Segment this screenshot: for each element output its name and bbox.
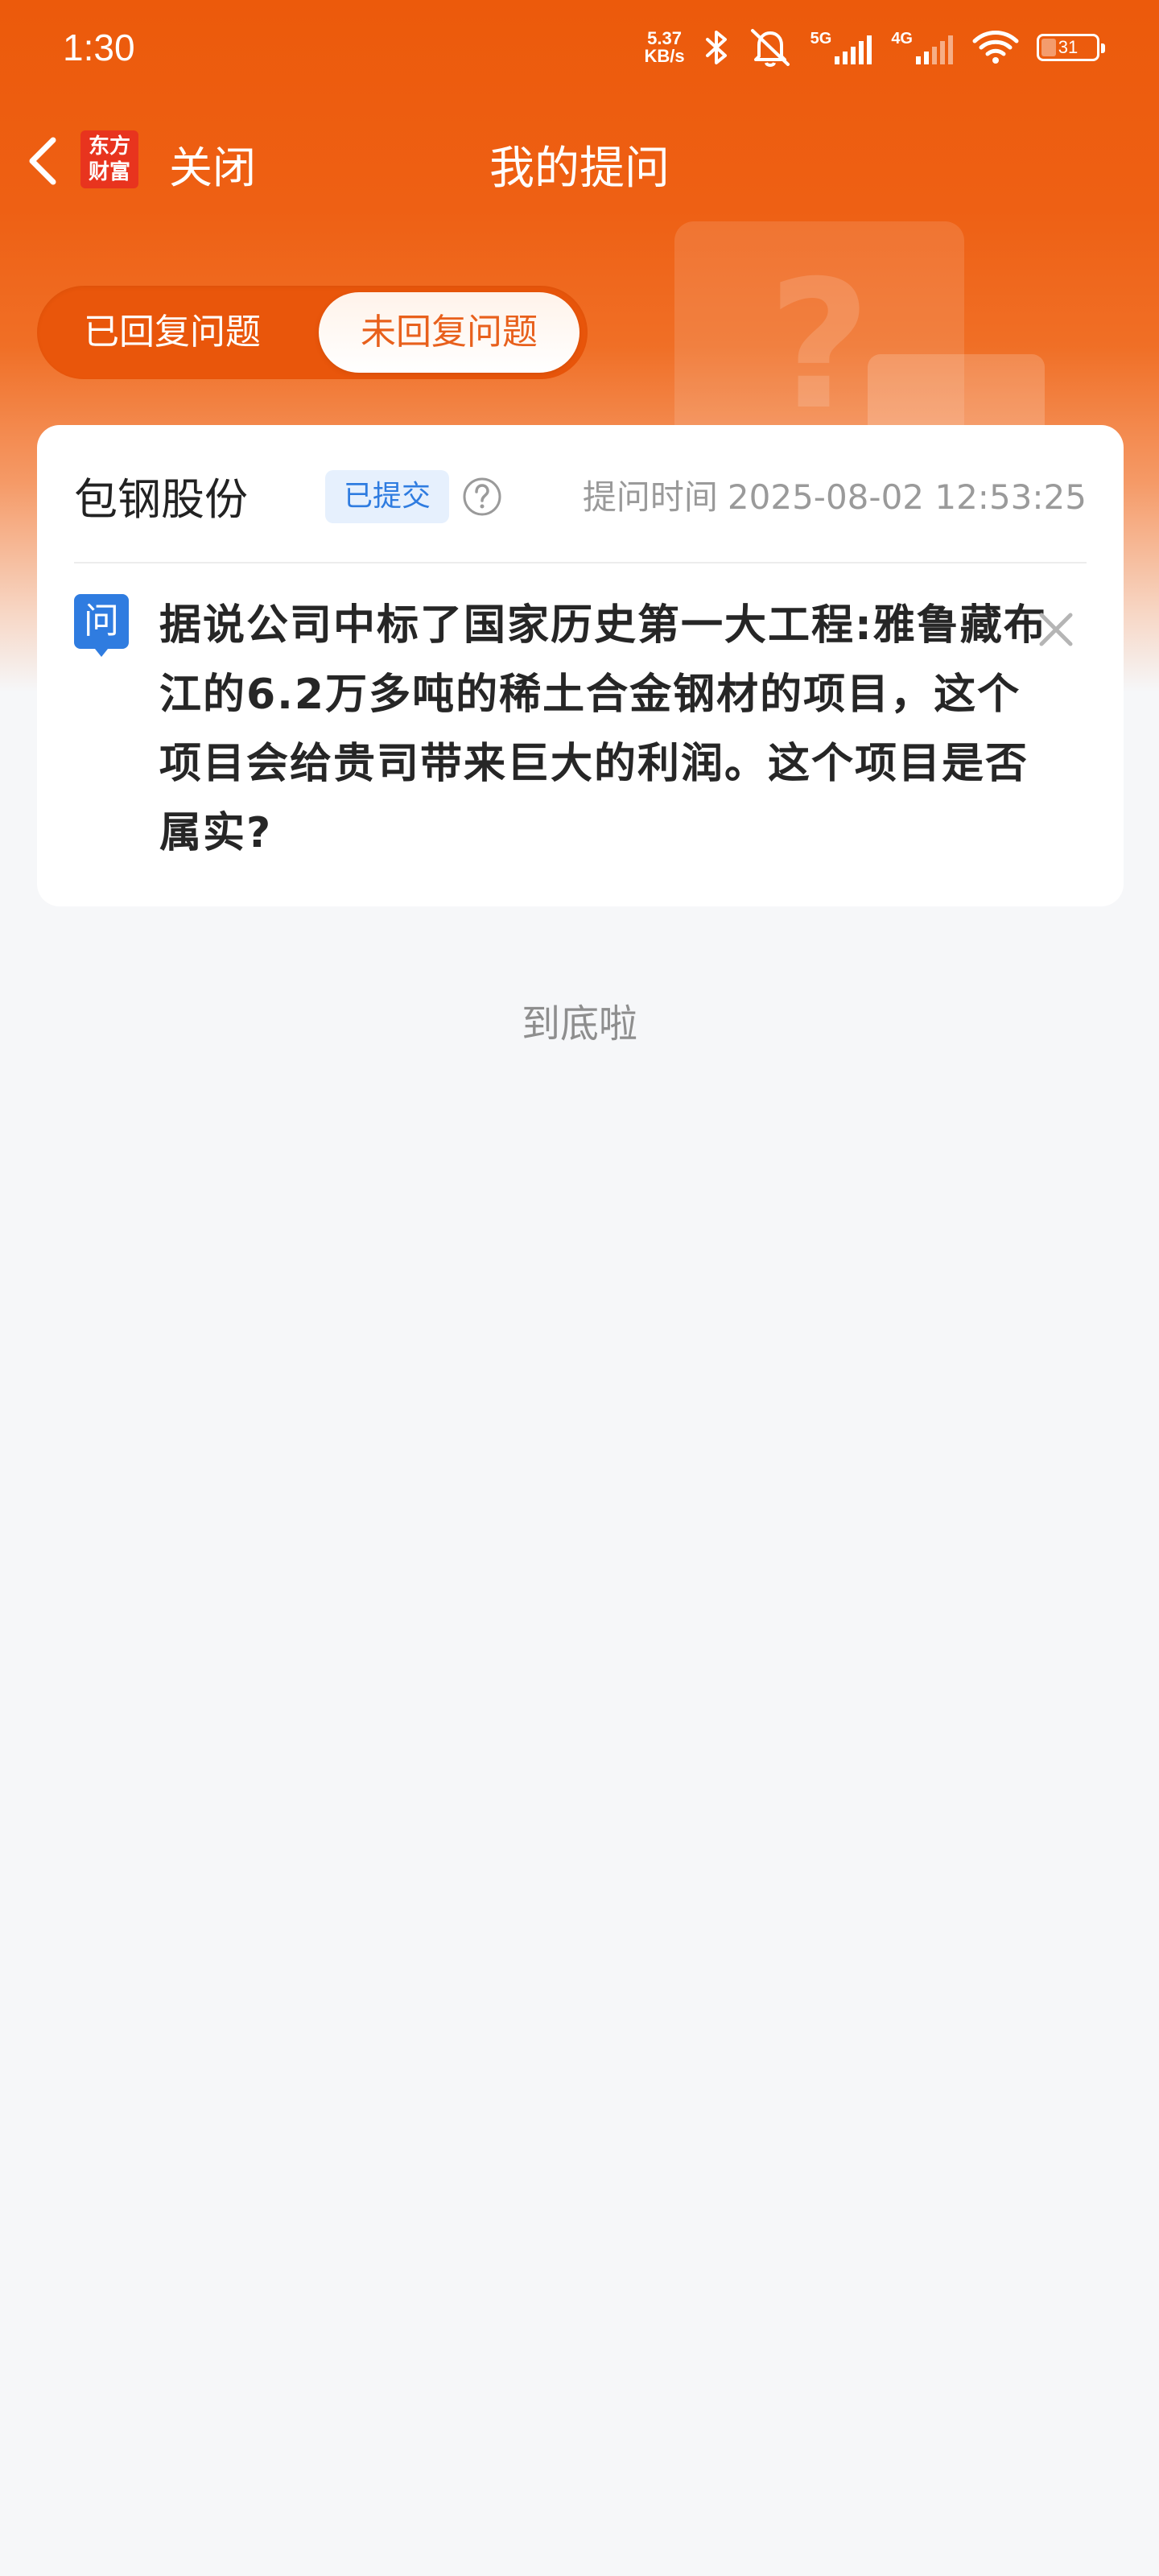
network-speed: 5.37 KB/s bbox=[645, 30, 685, 65]
network-speed-value: 5.37 bbox=[647, 28, 682, 48]
question-text: 据说公司中标了国家历史第一大工程:雅鲁藏布江的6.2万多吨的稀土合金钢材的项目，… bbox=[159, 601, 1047, 857]
question-marker-label: 问 bbox=[84, 601, 119, 642]
tab-answered-questions[interactable]: 已回复问题 bbox=[43, 292, 301, 373]
status-badge: 已提交 bbox=[325, 470, 449, 523]
signal-4g-label: 4G bbox=[891, 29, 913, 47]
question-card-header: 包钢股份 已提交 提问时间 2025-08-02 12:53:25 bbox=[74, 425, 1087, 564]
svg-text:?: ? bbox=[768, 242, 871, 448]
battery-level: 31 bbox=[1058, 37, 1079, 57]
signal-bars-weak-icon bbox=[916, 35, 953, 64]
ask-time: 提问时间 2025-08-02 12:53:25 bbox=[573, 470, 1087, 519]
signal-5g: 5G bbox=[810, 30, 874, 66]
ask-time-label: 提问时间 bbox=[582, 477, 718, 517]
ask-time-value: 2025-08-02 12:53:25 bbox=[727, 477, 1087, 517]
signal-bars-icon bbox=[835, 35, 872, 64]
battery-fill bbox=[1041, 39, 1056, 56]
end-of-list-text: 到底啦 bbox=[521, 1001, 637, 1046]
close-icon[interactable] bbox=[1035, 609, 1077, 650]
mute-bell-icon bbox=[750, 29, 790, 67]
network-speed-unit: KB/s bbox=[644, 46, 685, 66]
tab-unanswered-questions[interactable]: 未回复问题 bbox=[319, 292, 580, 373]
signal-4g: 4G bbox=[891, 30, 955, 66]
signal-5g-label: 5G bbox=[810, 29, 832, 47]
tab-switcher: 已回复问题 未回复问题 bbox=[37, 286, 588, 379]
status-time: 1:30 bbox=[63, 27, 135, 68]
question-card[interactable]: 包钢股份 已提交 提问时间 2025-08-02 12:53:25 问 据说公司中… bbox=[37, 425, 1124, 906]
bluetooth-icon bbox=[705, 31, 727, 64]
status-icons: 5.37 KB/s 5G 4G 31 bbox=[645, 27, 1105, 68]
battery-indicator: 31 bbox=[1037, 34, 1105, 61]
wifi-icon bbox=[972, 31, 1019, 64]
page-title: 我的提问 bbox=[489, 142, 670, 195]
nav-bar: 东方 财富 关闭 我的提问 bbox=[0, 121, 1159, 201]
question-marker-icon: 问 bbox=[74, 594, 129, 660]
company-name: 包钢股份 bbox=[74, 474, 248, 525]
help-icon[interactable] bbox=[462, 477, 502, 517]
status-bar: 1:30 5.37 KB/s 5G 4G 31 bbox=[0, 0, 1159, 97]
